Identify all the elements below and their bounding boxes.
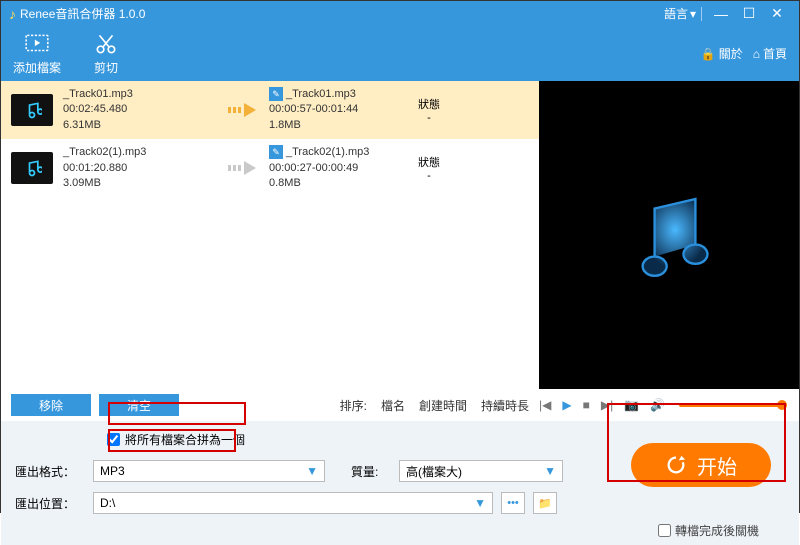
browse-folder-button[interactable]: 📁 <box>533 492 557 514</box>
edit-icon[interactable]: ✎ <box>269 87 283 101</box>
refresh-icon <box>665 454 687 476</box>
remove-button[interactable]: 移除 <box>11 394 91 416</box>
controls-row: 移除 清空 排序: 檔名 創建時間 持續時長 |◀ ▶ ■ ▶| 📷 🔊 <box>1 389 799 421</box>
prev-button[interactable]: |◀ <box>539 398 551 412</box>
merge-label: 將所有檔案合拼為一個 <box>125 431 245 448</box>
close-button[interactable]: ✕ <box>763 5 791 22</box>
sort-duration[interactable]: 持續時長 <box>481 397 529 414</box>
volume-icon[interactable]: 🔊 <box>650 398 665 412</box>
track-output-info: ✎_Track01.mp3 00:00:57-00:01:441.8MB <box>269 87 409 133</box>
sort-name[interactable]: 檔名 <box>381 397 405 414</box>
cut-button[interactable]: 剪切 <box>93 31 119 76</box>
quality-label: 質量: <box>351 463 391 480</box>
maximize-button[interactable]: ☐ <box>735 5 763 22</box>
player-controls: |◀ ▶ ■ ▶| 📷 🔊 <box>529 398 789 412</box>
status-cell: 狀態- <box>409 96 449 124</box>
sort-group: 排序: 檔名 創建時間 持續時長 <box>340 397 529 414</box>
track-thumb <box>11 152 53 184</box>
arrow-icon <box>223 157 269 179</box>
music-note-icon <box>609 175 729 295</box>
track-info: _Track02(1).mp300:01:20.8803.09MB <box>63 145 223 191</box>
track-row[interactable]: _Track01.mp300:02:45.4806.31MB ✎_Track01… <box>1 81 539 139</box>
start-button[interactable]: 开始 <box>631 443 771 487</box>
output-combo[interactable]: D:\▼ <box>93 492 493 514</box>
sort-created[interactable]: 創建時間 <box>419 397 467 414</box>
chevron-down-icon: ▾ <box>690 7 696 21</box>
chevron-down-icon: ▼ <box>306 464 318 478</box>
about-link[interactable]: 🔒關於 <box>701 45 743 62</box>
status-cell: 狀態- <box>409 154 449 182</box>
clear-button[interactable]: 清空 <box>99 394 179 416</box>
content: _Track01.mp300:02:45.4806.31MB ✎_Track01… <box>1 81 799 389</box>
title-text: Renee音訊合併器 1.0.0 <box>20 5 664 22</box>
track-output-info: ✎_Track02(1).mp3 00:00:27-00:00:490.8MB <box>269 145 409 191</box>
titlebar: ♪ Renee音訊合併器 1.0.0 語言 ▾ — ☐ ✕ <box>1 1 799 26</box>
track-row[interactable]: _Track02(1).mp300:01:20.8803.09MB ✎_Trac… <box>1 139 539 197</box>
format-label: 匯出格式： <box>15 463 85 480</box>
shutdown-checkbox[interactable] <box>658 524 671 537</box>
chevron-down-icon: ▼ <box>544 464 556 478</box>
quality-combo[interactable]: 高(檔案大)▼ <box>399 460 563 482</box>
next-button[interactable]: ▶| <box>601 398 613 412</box>
play-button[interactable]: ▶ <box>562 398 571 412</box>
language-button[interactable]: 語言 ▾ <box>664 5 696 22</box>
scissors-icon <box>93 31 119 57</box>
stop-button[interactable]: ■ <box>583 398 590 412</box>
app-logo-icon: ♪ <box>9 6 16 22</box>
preview-panel <box>539 81 799 389</box>
edit-icon[interactable]: ✎ <box>269 145 283 159</box>
sort-label: 排序: <box>340 397 367 414</box>
track-info: _Track01.mp300:02:45.4806.31MB <box>63 87 223 133</box>
home-icon: ⌂ <box>753 47 760 61</box>
home-link[interactable]: ⌂首頁 <box>753 45 787 62</box>
format-combo[interactable]: MP3▼ <box>93 460 325 482</box>
volume-slider[interactable] <box>679 403 783 407</box>
status-header: 狀態 <box>409 154 449 170</box>
merge-checkbox[interactable] <box>107 433 120 446</box>
output-label: 匯出位置： <box>15 495 85 512</box>
arrow-icon <box>223 99 269 121</box>
film-icon <box>24 31 50 57</box>
options-button[interactable]: ••• <box>501 492 525 514</box>
toolbar: 添加檔案 剪切 🔒關於 ⌂首頁 <box>1 26 799 81</box>
track-list: _Track01.mp300:02:45.4806.31MB ✎_Track01… <box>1 81 539 389</box>
track-thumb <box>11 94 53 126</box>
add-file-button[interactable]: 添加檔案 <box>13 31 61 76</box>
status-header: 狀態 <box>409 96 449 112</box>
chevron-down-icon: ▼ <box>474 496 486 510</box>
minimize-button[interactable]: — <box>707 6 735 22</box>
shutdown-label: 轉檔完成後關機 <box>675 522 759 539</box>
snapshot-button[interactable]: 📷 <box>624 398 639 412</box>
bottom-panel: 將所有檔案合拼為一個 匯出格式： MP3▼ 質量: 高(檔案大)▼ 匯出位置： … <box>1 421 799 545</box>
lock-icon: 🔒 <box>701 47 716 61</box>
